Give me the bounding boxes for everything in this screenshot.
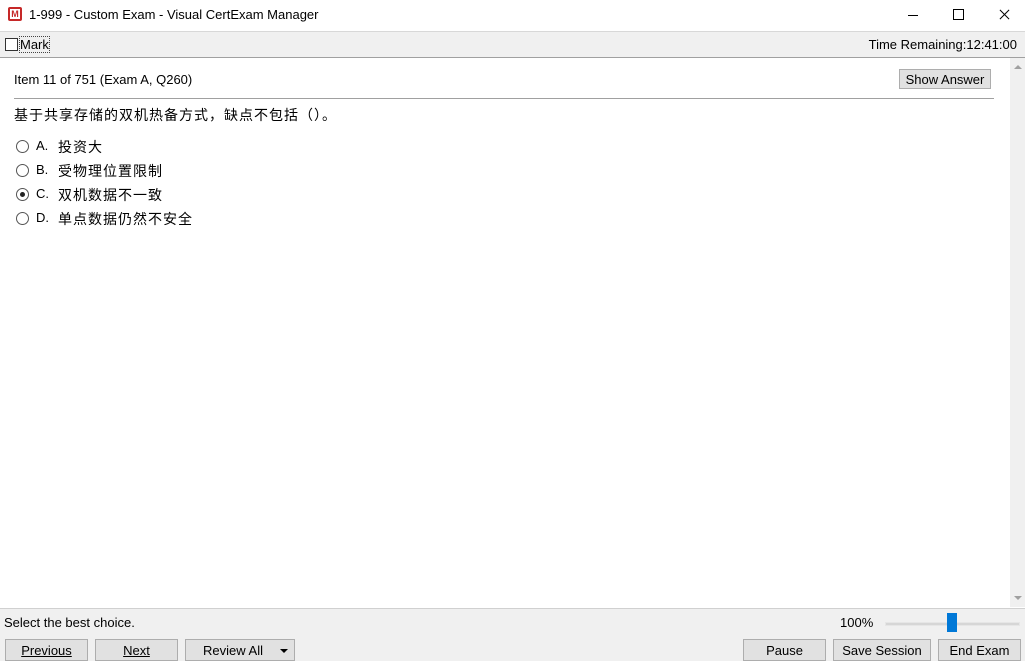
option-text: 受物理位置限制 bbox=[58, 163, 163, 179]
option-text: 单点数据仍然不安全 bbox=[58, 211, 193, 227]
previous-button[interactable]: Previous bbox=[5, 639, 88, 661]
review-all-label: Review All bbox=[203, 643, 263, 658]
divider bbox=[14, 98, 994, 99]
scroll-up-icon[interactable] bbox=[1014, 65, 1022, 69]
scroll-down-icon[interactable] bbox=[1014, 596, 1022, 600]
radio-c[interactable] bbox=[16, 188, 29, 201]
app-logo-icon: M bbox=[8, 7, 22, 21]
question-text: 基于共享存储的双机热备方式，缺点不包括（）。 bbox=[14, 107, 337, 123]
close-icon[interactable] bbox=[981, 0, 1025, 30]
option-a[interactable]: A. 投资大 bbox=[14, 136, 314, 160]
review-all-button[interactable]: Review All bbox=[185, 639, 295, 661]
vertical-scrollbar[interactable] bbox=[1010, 58, 1025, 607]
bottom-bar: Previous Next Review All Pause Save Sess… bbox=[0, 635, 1025, 661]
maximize-icon[interactable] bbox=[935, 0, 981, 30]
radio-d[interactable] bbox=[16, 212, 29, 225]
option-b[interactable]: B. 受物理位置限制 bbox=[14, 160, 314, 184]
end-exam-button[interactable]: End Exam bbox=[938, 639, 1021, 661]
item-info: Item 11 of 751 (Exam A, Q260) bbox=[14, 72, 193, 87]
chevron-down-icon[interactable] bbox=[280, 649, 288, 653]
zoom-slider-thumb[interactable] bbox=[947, 613, 957, 632]
window-title: 1-999 - Custom Exam - Visual CertExam Ma… bbox=[29, 7, 319, 22]
status-bar: Select the best choice. 100% bbox=[0, 608, 1025, 635]
status-hint: Select the best choice. bbox=[4, 615, 135, 630]
option-letter: C. bbox=[36, 186, 49, 201]
option-c[interactable]: C. 双机数据不一致 bbox=[14, 184, 314, 208]
time-remaining: Time Remaining:12:41:00 bbox=[868, 37, 1017, 52]
zoom-level: 100% bbox=[840, 615, 874, 630]
pause-button[interactable]: Pause bbox=[743, 639, 826, 661]
answer-options: A. 投资大 B. 受物理位置限制 C. 双机数据不一致 D. 单点数据仍然不安… bbox=[14, 136, 314, 232]
option-text: 双机数据不一致 bbox=[58, 187, 163, 203]
option-letter: D. bbox=[36, 210, 49, 225]
option-d[interactable]: D. 单点数据仍然不安全 bbox=[14, 208, 314, 232]
next-button-label: Next bbox=[123, 643, 150, 658]
minimize-icon[interactable] bbox=[889, 0, 935, 30]
show-answer-button[interactable]: Show Answer bbox=[899, 69, 991, 89]
next-button[interactable]: Next bbox=[95, 639, 178, 661]
question-panel: Item 11 of 751 (Exam A, Q260) Show Answe… bbox=[0, 58, 1010, 607]
title-bar: M 1-999 - Custom Exam - Visual CertExam … bbox=[0, 0, 1025, 30]
mark-bar: Mark Time Remaining:12:41:00 bbox=[0, 31, 1025, 58]
save-session-button[interactable]: Save Session bbox=[833, 639, 931, 661]
radio-a[interactable] bbox=[16, 140, 29, 153]
mark-checkbox[interactable] bbox=[5, 38, 18, 51]
radio-b[interactable] bbox=[16, 164, 29, 177]
option-letter: A. bbox=[36, 138, 49, 153]
option-text: 投资大 bbox=[58, 139, 103, 155]
mark-label[interactable]: Mark bbox=[19, 36, 50, 53]
option-letter: B. bbox=[36, 162, 49, 177]
